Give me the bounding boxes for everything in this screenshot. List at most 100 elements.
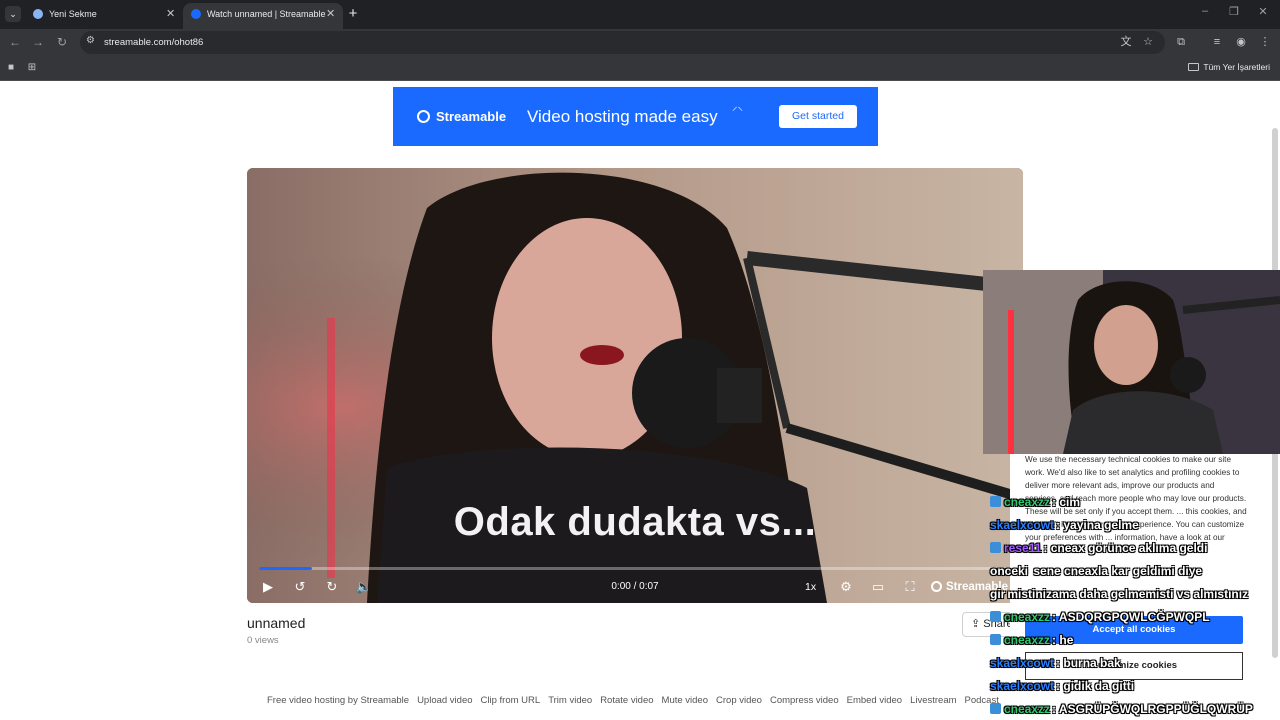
view-count: 0 views <box>247 635 279 646</box>
footer-link[interactable]: Free video hosting by Streamable <box>267 695 409 706</box>
chat-badge-icon <box>990 703 1001 714</box>
video-title: unnamed <box>247 615 306 631</box>
site-settings-icon[interactable]: ⚙ <box>86 35 95 46</box>
footer-link[interactable]: Crop video <box>716 695 762 706</box>
chat-username: rese11 <box>1004 541 1042 555</box>
chat-text: : gidik da gitti <box>1056 679 1135 693</box>
tab-search-chevron-icon[interactable]: ⌄ <box>5 6 21 22</box>
playback-speed-button[interactable]: 1x <box>805 578 816 596</box>
banner-logo: Streamable <box>417 87 506 146</box>
chat-username: cneaxzz <box>1004 633 1051 647</box>
tab-strip: ⌄ Yeni Sekme ✕ Watch unnamed | Streamabl… <box>0 0 1280 29</box>
page-icon[interactable]: ■ <box>4 61 18 75</box>
mic-mount <box>717 368 762 423</box>
webcam-overlay <box>983 270 1280 454</box>
chat-text: : he <box>1052 633 1074 647</box>
address-bar[interactable]: ⚙ streamable.com/ohot86 <box>80 31 1165 54</box>
chat-message: skaelxcowt: yayina gelme <box>990 516 1139 534</box>
extensions-icon[interactable]: ⧉ <box>1173 34 1189 50</box>
chat-message: gir mistinizama daha gelmemisti vs almıst… <box>990 585 1248 603</box>
apps-grid-icon[interactable]: ⊞ <box>25 61 39 75</box>
lips <box>580 345 624 365</box>
chat-message: cneaxzz: ASDQRGPQWLCĞPWQPL <box>990 608 1210 626</box>
chat-message: onceki sene cneaxla kar geldimi diye <box>990 562 1202 580</box>
chat-text: : ASDQRGPQWLCĞPWQPL <box>1052 610 1210 624</box>
chat-username: cneaxzz <box>1004 610 1051 624</box>
video-caption: Odak dudakta vs... <box>453 500 817 544</box>
tab-title: Watch unnamed | Streamable <box>207 9 326 19</box>
tab-new-tab[interactable]: Yeni Sekme ✕ <box>25 3 180 29</box>
url-text[interactable]: streamable.com/ohot86 <box>104 31 203 54</box>
stream-chat-overlay: cneaxzz: cim skaelxcowt: yayina gelme rese… <box>990 493 1280 720</box>
play-icon[interactable]: ▶ <box>259 578 277 596</box>
chat-badge-icon <box>990 611 1001 622</box>
settings-gear-icon[interactable]: ⚙ <box>837 578 855 596</box>
chat-text: : yayina gelme <box>1056 518 1139 532</box>
chat-text: mistinizama daha gelmemisti vs almıstını… <box>1007 587 1249 601</box>
chat-message: cneaxzz: he <box>990 631 1073 649</box>
browser-chrome: ⌄ Yeni Sekme ✕ Watch unnamed | Streamabl… <box>0 0 1280 81</box>
footer-link[interactable]: Livestream <box>910 695 956 706</box>
rewind-icon[interactable]: ↺ <box>291 578 309 596</box>
media-controls-icon[interactable]: ≡ <box>1209 34 1225 50</box>
footer-link[interactable]: Clip from URL <box>481 695 541 706</box>
chat-message: cneaxzz: ASGRÜPĞWQLRGPPÜĞLQWRÜP <box>990 700 1253 718</box>
chat-username: gir <box>990 587 1006 601</box>
chat-text: : burna bak <box>1056 656 1121 670</box>
browser-toolbar: ← → ↻ ⚙ streamable.com/ohot86 文 ☆ ⧉ ≡ ◉ … <box>0 29 1280 56</box>
streamable-logo-icon <box>417 110 430 123</box>
chat-badge-icon <box>990 496 1001 507</box>
footer-link[interactable]: Mute video <box>662 695 708 706</box>
profile-icon[interactable]: ◉ <box>1233 34 1249 50</box>
volume-icon[interactable]: 🔈 <box>355 578 373 596</box>
restore-icon[interactable]: ❐ <box>1226 5 1242 18</box>
footer-link[interactable]: Rotate video <box>600 695 653 706</box>
tab-close-icon[interactable]: ✕ <box>166 3 175 25</box>
webcam-microphone <box>1170 357 1206 393</box>
chat-username: skaelxcowt <box>990 518 1055 532</box>
video-player[interactable]: Odak dudakta vs... ▶ ↺ ↻ 🔈 0:00 / 0:07 1… <box>247 168 1023 603</box>
chat-username: skaelxcowt <box>990 656 1055 670</box>
sparkle-icon: ⸝⸜ <box>732 101 743 113</box>
chat-username: onceki <box>990 564 1029 578</box>
chat-badge-icon <box>990 542 1001 553</box>
tab-close-icon[interactable]: ✕ <box>326 3 335 25</box>
footer-link[interactable]: Upload video <box>417 695 472 706</box>
footer-link[interactable]: Embed video <box>847 695 902 706</box>
chat-message: skaelxcowt: gidik da gitti <box>990 677 1134 695</box>
chat-text: : ASGRÜPĞWQLRGPPÜĞLQWRÜP <box>1052 702 1253 716</box>
footer-link[interactable]: Compress video <box>770 695 839 706</box>
streamable-ad-banner[interactable]: Streamable Video hosting made easy ⸝⸜ Ge… <box>393 87 878 146</box>
bookmarks-bar: ■ ⊞ Tüm Yer İşaretleri <box>0 56 1280 81</box>
picture-in-picture-icon[interactable]: ▭ <box>869 578 887 596</box>
menu-kebab-icon[interactable]: ⋮ <box>1257 34 1273 50</box>
chat-username: skaelxcowt <box>990 679 1055 693</box>
minimize-icon[interactable]: – <box>1197 5 1213 17</box>
chat-message: skaelxcowt: burna bak <box>990 654 1121 672</box>
chat-text: sene cneaxla kar geldimi diye <box>1030 564 1203 578</box>
chrome-favicon-icon <box>33 9 43 19</box>
time-display: 0:00 / 0:07 <box>611 581 659 592</box>
all-bookmarks-label: Tüm Yer İşaretleri <box>1203 62 1270 72</box>
tab-title: Yeni Sekme <box>49 9 97 19</box>
window-close-icon[interactable]: ✕ <box>1255 5 1271 18</box>
chat-text: : cim <box>1052 495 1081 509</box>
forward-arrow-icon[interactable]: → <box>30 34 46 50</box>
back-arrow-icon[interactable]: ← <box>7 34 23 50</box>
chat-username: cneaxzz <box>1004 495 1051 509</box>
page-content: Streamable Video hosting made easy ⸝⸜ Ge… <box>0 81 1280 720</box>
chat-message: rese11: cneax görünce aklıma geldi <box>990 539 1207 557</box>
new-tab-button[interactable]: + <box>345 3 361 25</box>
streamable-logo-icon <box>931 581 942 592</box>
star-icon[interactable]: ☆ <box>1140 34 1156 50</box>
footer-link[interactable]: Trim video <box>548 695 592 706</box>
progress-bar[interactable] <box>259 567 1011 570</box>
reload-icon[interactable]: ↻ <box>54 34 70 50</box>
tab-streamable[interactable]: Watch unnamed | Streamable ✕ <box>183 3 343 29</box>
translate-icon[interactable]: 文 <box>1118 34 1134 50</box>
get-started-button[interactable]: Get started <box>779 105 857 128</box>
fullscreen-icon[interactable]: ⛶ <box>901 578 919 596</box>
forward-icon[interactable]: ↻ <box>323 578 341 596</box>
banner-logo-text: Streamable <box>436 109 507 124</box>
all-bookmarks-button[interactable]: Tüm Yer İşaretleri <box>1188 56 1270 79</box>
